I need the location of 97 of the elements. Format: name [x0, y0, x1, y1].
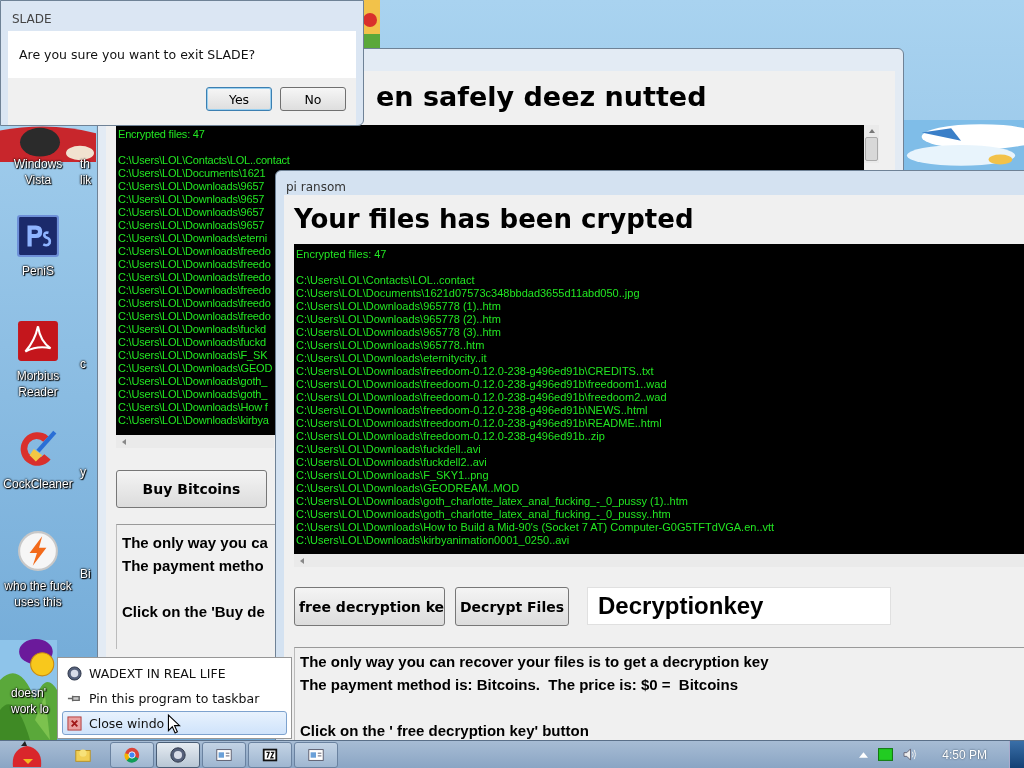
log-line: C:\Users\LOL\Downloads\kirbyanimation0001_0250..avi [296, 534, 570, 547]
dialog-message: Are you sure you want to exit SLADE? [19, 47, 256, 62]
log-line: C:\Users\LOL\Downloads\F_SK [118, 349, 268, 362]
icon-label[interactable]: who the fuck [4, 578, 72, 594]
info-text: The payment metho [122, 556, 264, 576]
scroll-left-arrow-icon[interactable] [120, 437, 128, 446]
log-line: C:\Users\LOL\Downloads\fuckd [118, 336, 266, 349]
log-line: C:\Users\LOL\Downloads\freedoom-0.12.0-238-g496ed91b..zip [296, 430, 605, 443]
log-line: C:\Users\LOL\Downloads\How to Build a Mid-90's (Socket 7 AT) Computer-G0G5TFTdVGA.en..vtt [296, 521, 775, 534]
info-text: The payment method is: Bitcoins. The price is: $0 = Bitcoins [300, 675, 738, 695]
log-line: C:\Users\LOL\Downloads\goth_ [118, 388, 268, 401]
monitor-icon[interactable] [878, 748, 894, 761]
icon-label[interactable]: Vista [24, 172, 52, 188]
icon-label[interactable]: Bi [80, 566, 91, 582]
icon-label[interactable]: c [80, 356, 86, 372]
window-heading: en safely deez nutted [376, 81, 707, 113]
icon-label[interactable]: CockCleaner [3, 476, 73, 492]
icon-label[interactable]: PeniS [22, 263, 54, 279]
log-line: C:\Users\LOL\Downloads\freedo [118, 284, 271, 297]
icon-label[interactable]: uses this [14, 594, 62, 610]
log-line: C:\Users\LOL\Downloads\eternitycity..it [296, 352, 487, 365]
taskbar-button[interactable] [156, 741, 200, 768]
scrollbar[interactable] [116, 435, 274, 448]
close-icon [67, 715, 82, 731]
log-line: C:\Users\LOL\Documents\1621d07573c348bbdad3655d11abd050..jpg [296, 287, 640, 300]
log-line: C:\Users\LOL\Downloads\fuckdell..avi [296, 443, 481, 456]
icon-label[interactable]: work lo [11, 701, 49, 717]
lightning-bolt-icon[interactable] [17, 530, 59, 572]
decrypt-files-button[interactable]: Decrypt Files [455, 587, 570, 626]
clock[interactable]: 4:50 PM [942, 747, 987, 762]
log-line: C:\Users\LOL\Contacts\LOL..contact [296, 274, 475, 287]
log-line: C:\Users\LOL\Downloads\freedo [118, 297, 271, 310]
menu-item[interactable]: Close windo [62, 711, 287, 735]
yes-button[interactable]: Yes [206, 87, 272, 111]
scrollbar[interactable] [294, 554, 1024, 567]
log-line: C:\Users\LOL\Downloads\freedoom-0.12.0-238-g496ed91b\README..html [296, 417, 662, 430]
dialog-title: SLADE [12, 12, 52, 26]
log-line: C:\Users\LOL\Downloads\9657 [118, 180, 265, 193]
app-icon [67, 665, 82, 681]
scroll-left-arrow-icon[interactable] [298, 556, 306, 565]
window-heading: Your files has been crypted [294, 203, 694, 235]
log-line: C:\Users\LOL\Downloads\GEODREAM..MOD [296, 482, 520, 495]
log-line: C:\Users\LOL\Downloads\freedoom-0.12.0-238-g496ed91b\freedoom2..wad [296, 391, 667, 404]
log-header: Encrypted files: 47 [296, 248, 387, 261]
info-text: Click on the 'Buy de [122, 602, 265, 622]
app-icon [169, 745, 187, 764]
log-line: C:\Users\LOL\Downloads\fuckd [118, 323, 266, 336]
scroll-up-arrow-icon[interactable] [867, 128, 876, 134]
taskbar-button[interactable] [248, 741, 292, 768]
log-line: C:\Users\LOL\Downloads\9657 [118, 193, 265, 206]
no-button[interactable]: No [280, 87, 346, 111]
speaker-icon[interactable] [903, 748, 919, 761]
info-text: Click on the ' free decryption key' button [300, 721, 589, 740]
log-line: C:\Users\LOL\Downloads\goth_charlotte_latex_anal_fucking_-_0_pussy..htm [296, 508, 671, 521]
log-line: C:\Users\LOL\Downloads\GEOD [118, 362, 273, 375]
log-line: C:\Users\LOL\Downloads\9657 [118, 206, 265, 219]
window-title: pi ransom [286, 180, 346, 194]
log-line: C:\Users\LOL\Downloads\eterni [118, 232, 267, 245]
photoshop-icon[interactable] [17, 215, 59, 257]
scrollbar[interactable] [864, 125, 879, 163]
menu-item[interactable]: Pin this program to taskbar [62, 686, 287, 710]
log-line: C:\Users\LOL\Downloads\freedoom-0.12.0-238-g496ed91b\freedoom1..wad [296, 378, 667, 391]
icon-label[interactable]: Morbius [16, 368, 60, 384]
menu-item[interactable]: WADEXT IN REAL LIFE [62, 661, 287, 685]
info-text: The only way you can recover your files is to get a decryption key [300, 652, 769, 672]
log-line: C:\Users\LOL\Downloads\965778 (2)..htm [296, 313, 501, 326]
show-desktop-button[interactable] [1009, 740, 1024, 768]
decryption-key-button[interactable]: free decryption ke [294, 587, 445, 626]
icon-label[interactable]: lik [80, 172, 92, 188]
log-line: C:\Users\LOL\Downloads\How f [118, 401, 268, 414]
browser-icon [123, 745, 141, 764]
icon-label[interactable]: Reader [18, 384, 58, 400]
log-line: C:\Users\LOL\Downloads\freedo [118, 310, 271, 323]
log-line: C:\Users\LOL\Downloads\freedo [118, 271, 271, 284]
log-line: C:\Users\LOL\Downloads\965778 (3)..htm [296, 326, 501, 339]
log-line: C:\Users\LOL\Downloads\freedoom-0.12.0-238-g496ed91b\NEWS..html [296, 404, 648, 417]
log-line: C:\Users\LOL\Downloads\goth_ [118, 375, 268, 388]
key-field[interactable]: Decryptionkey [587, 587, 892, 625]
log-line: C:\Users\LOL\Downloads\F_SKY1..png [296, 469, 489, 482]
log-line: C:\Users\LOL\Downloads\9657 [118, 219, 265, 232]
buy-bitcoins-button[interactable]: Buy Bitcoins [116, 470, 267, 508]
info-text: The only way you ca [122, 533, 268, 553]
log-line: C:\Users\LOL\Downloads\goth_charlotte_latex_anal_fucking_-_0_pussy (1)..htm [296, 495, 688, 508]
log-line: C:\Users\LOL\Downloads\965778..htm [296, 339, 485, 352]
show-hidden-icons-icon[interactable] [859, 751, 869, 758]
icon-label[interactable]: y [80, 464, 86, 480]
log-line: C:\Users\LOL\Downloads\kirbya [118, 414, 269, 427]
mouse-cursor-icon [167, 714, 181, 734]
log-line: C:\Users\LOL\Downloads\freedoom-0.12.0-238-g496ed91b\CREDITS..txt [296, 365, 654, 378]
log-header: Encrypted files: 47 [118, 128, 205, 141]
log-line: C:\Users\LOL\Contacts\LOL..contact [118, 154, 290, 167]
log-line: C:\Users\LOL\Downloads\965778 (1)..htm [296, 300, 501, 313]
log-line: C:\Users\LOL\Documents\1621 [118, 167, 266, 180]
log-line: C:\Users\LOL\Downloads\fuckdell2..avi [296, 456, 487, 469]
log-line: C:\Users\LOL\Downloads\freedo [118, 245, 271, 258]
pdf-reader-icon[interactable] [17, 320, 59, 362]
log-line: C:\Users\LOL\Downloads\freedo [118, 258, 271, 271]
